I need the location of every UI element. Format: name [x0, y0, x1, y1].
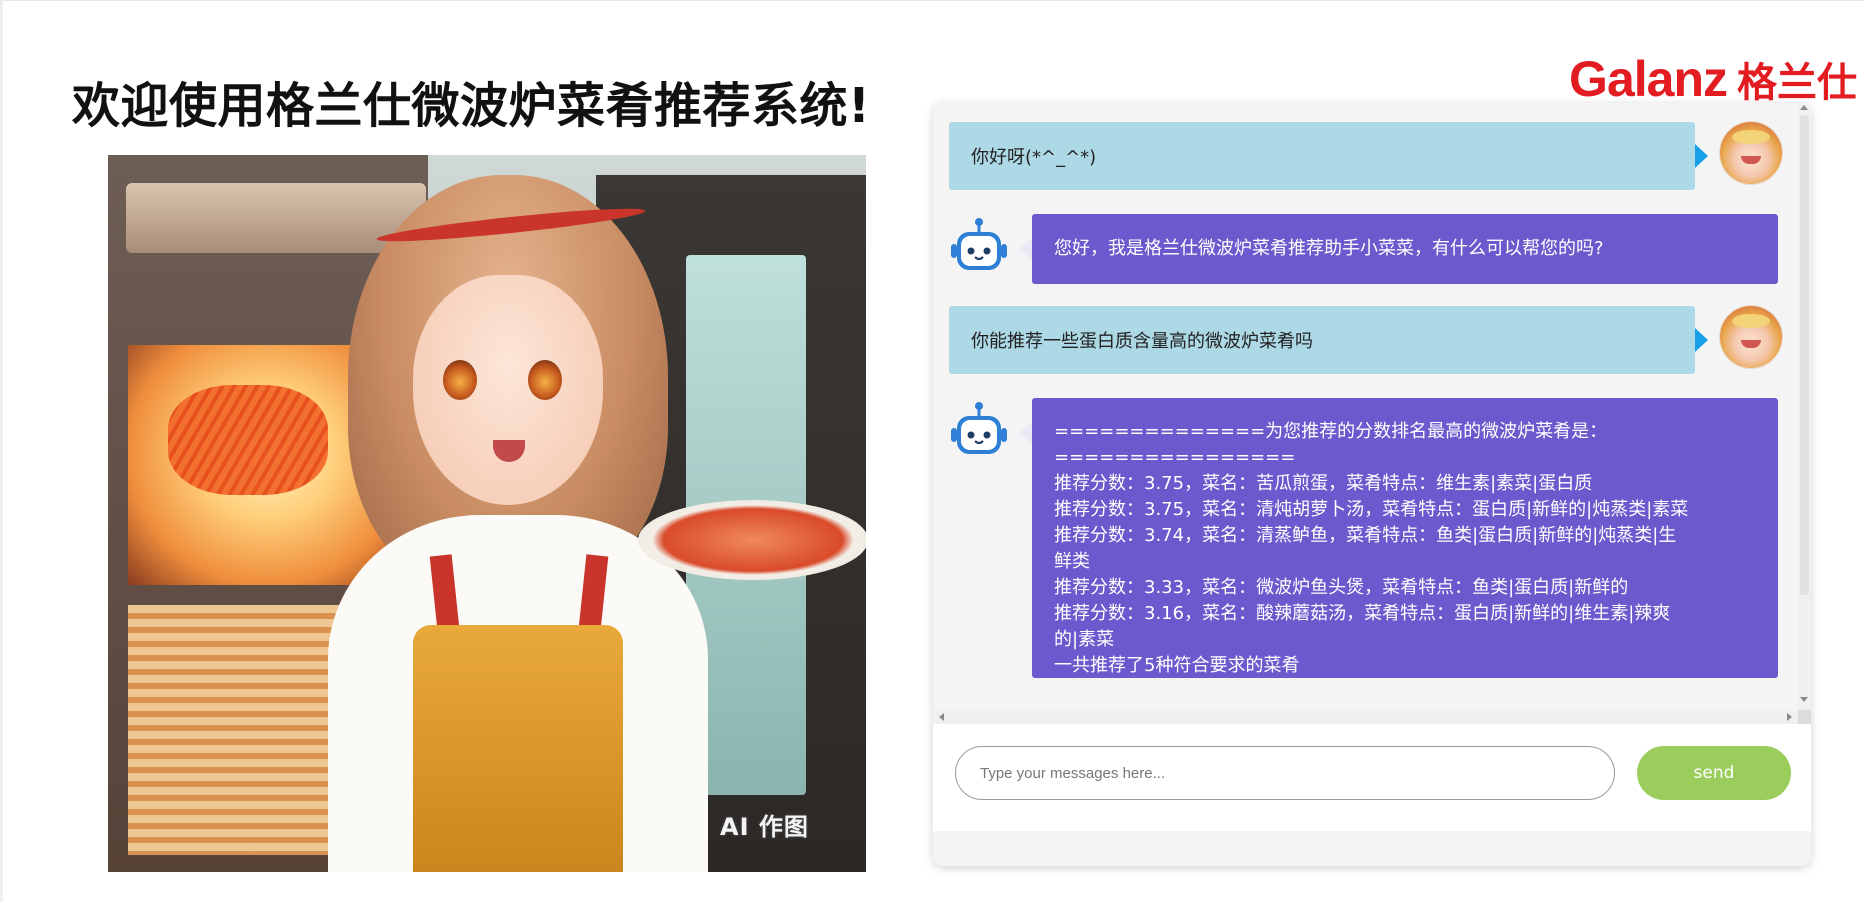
hero-illustration: AI 作图 [108, 155, 866, 872]
message-composer: send [933, 724, 1811, 831]
chat-panel-footer [933, 831, 1811, 866]
chat-messages[interactable]: 你好呀(*^_^*) 您好，我是格兰仕微波炉菜肴推荐助手小菜菜，有什么可以帮您的… [933, 103, 1798, 710]
illustration-girl-face [413, 275, 603, 505]
illustration-plate [638, 500, 866, 580]
left-border [0, 0, 3, 902]
send-button[interactable]: send [1637, 746, 1791, 800]
user-message-bubble: 你好呀(*^_^*) [949, 122, 1708, 190]
user-message-text: 你能推荐一些蛋白质含量高的微波炉菜肴吗 [971, 331, 1313, 352]
bot-avatar [951, 402, 1007, 454]
top-border [0, 0, 1863, 1]
bot-message-bubble: 您好，我是格兰仕微波炉菜肴推荐助手小菜菜，有什么可以帮您的吗? [1019, 214, 1778, 284]
bot-message-line: 推荐分数：3.33，菜名：微波炉鱼头煲，菜肴特点：鱼类|蛋白质|新鲜的 [1054, 577, 1629, 598]
user-avatar [1720, 306, 1782, 368]
user-message-text: 你好呀(*^_^*) [971, 147, 1097, 168]
scroll-right-arrow-icon[interactable] [1787, 713, 1792, 721]
vertical-scroll-thumb[interactable] [1800, 115, 1809, 595]
bot-message-line: ==============为您推荐的分数排名最高的微波炉菜肴是：=======… [1054, 421, 1608, 468]
illustration-eye-right [528, 360, 562, 400]
chat-panel: 你好呀(*^_^*) 您好，我是格兰仕微波炉菜肴推荐助手小菜菜，有什么可以帮您的… [933, 103, 1811, 866]
logo-chinese: 格兰仕 [1737, 60, 1857, 106]
user-message-bubble: 你能推荐一些蛋白质含量高的微波炉菜肴吗 [949, 306, 1708, 374]
scroll-left-arrow-icon[interactable] [939, 713, 944, 721]
illustration-eye-left [443, 360, 477, 400]
vertical-scrollbar[interactable] [1798, 103, 1811, 710]
bot-avatar [951, 218, 1007, 270]
galanz-logo: Galanz 格兰仕 [1569, 50, 1857, 108]
scrollbar-corner [1798, 710, 1811, 724]
logo-wordmark: Galanz [1569, 51, 1728, 107]
illustration-oven-top [126, 183, 426, 253]
illustration-girl-apron [413, 625, 623, 872]
bot-message-line: 推荐分数：3.16，菜名：酸辣蘑菇汤，菜肴特点：蛋白质|新鲜的|维生素|辣爽 [1054, 603, 1671, 624]
bot-message-line: 推荐分数：3.75，菜名：清炖胡萝卜汤，菜肴特点：蛋白质|新鲜的|炖蒸类|素菜 [1054, 499, 1689, 520]
user-avatar [1720, 122, 1782, 184]
page-title: 欢迎使用格兰仕微波炉菜肴推荐系统! [72, 78, 871, 135]
bot-message-line: 推荐分数：3.74，菜名：清蒸鲈鱼，菜肴特点：鱼类|蛋白质|新鲜的|炖蒸类|生 [1054, 525, 1677, 546]
bot-message-line: 的|素菜 [1054, 629, 1115, 650]
horizontal-scrollbar[interactable] [933, 710, 1811, 724]
ai-generated-tag: AI 作图 [720, 813, 809, 841]
bot-message-line: 您好，我是格兰仕微波炉菜肴推荐助手小菜菜，有什么可以帮您的吗? [1054, 238, 1604, 259]
illustration-food [168, 385, 328, 495]
message-input[interactable] [955, 746, 1615, 800]
scroll-up-arrow-icon[interactable] [1800, 105, 1808, 110]
bot-message-line: 鲜类 [1054, 551, 1090, 572]
bot-message-bubble: ==============为您推荐的分数排名最高的微波炉菜肴是：=======… [1019, 398, 1778, 678]
bot-message-line: 推荐分数：3.75，菜名：苦瓜煎蛋，菜肴特点：维生素|素菜|蛋白质 [1054, 473, 1593, 494]
scroll-down-arrow-icon[interactable] [1800, 697, 1808, 702]
bot-message-line: 一共推荐了5种符合要求的菜肴 [1054, 655, 1300, 676]
